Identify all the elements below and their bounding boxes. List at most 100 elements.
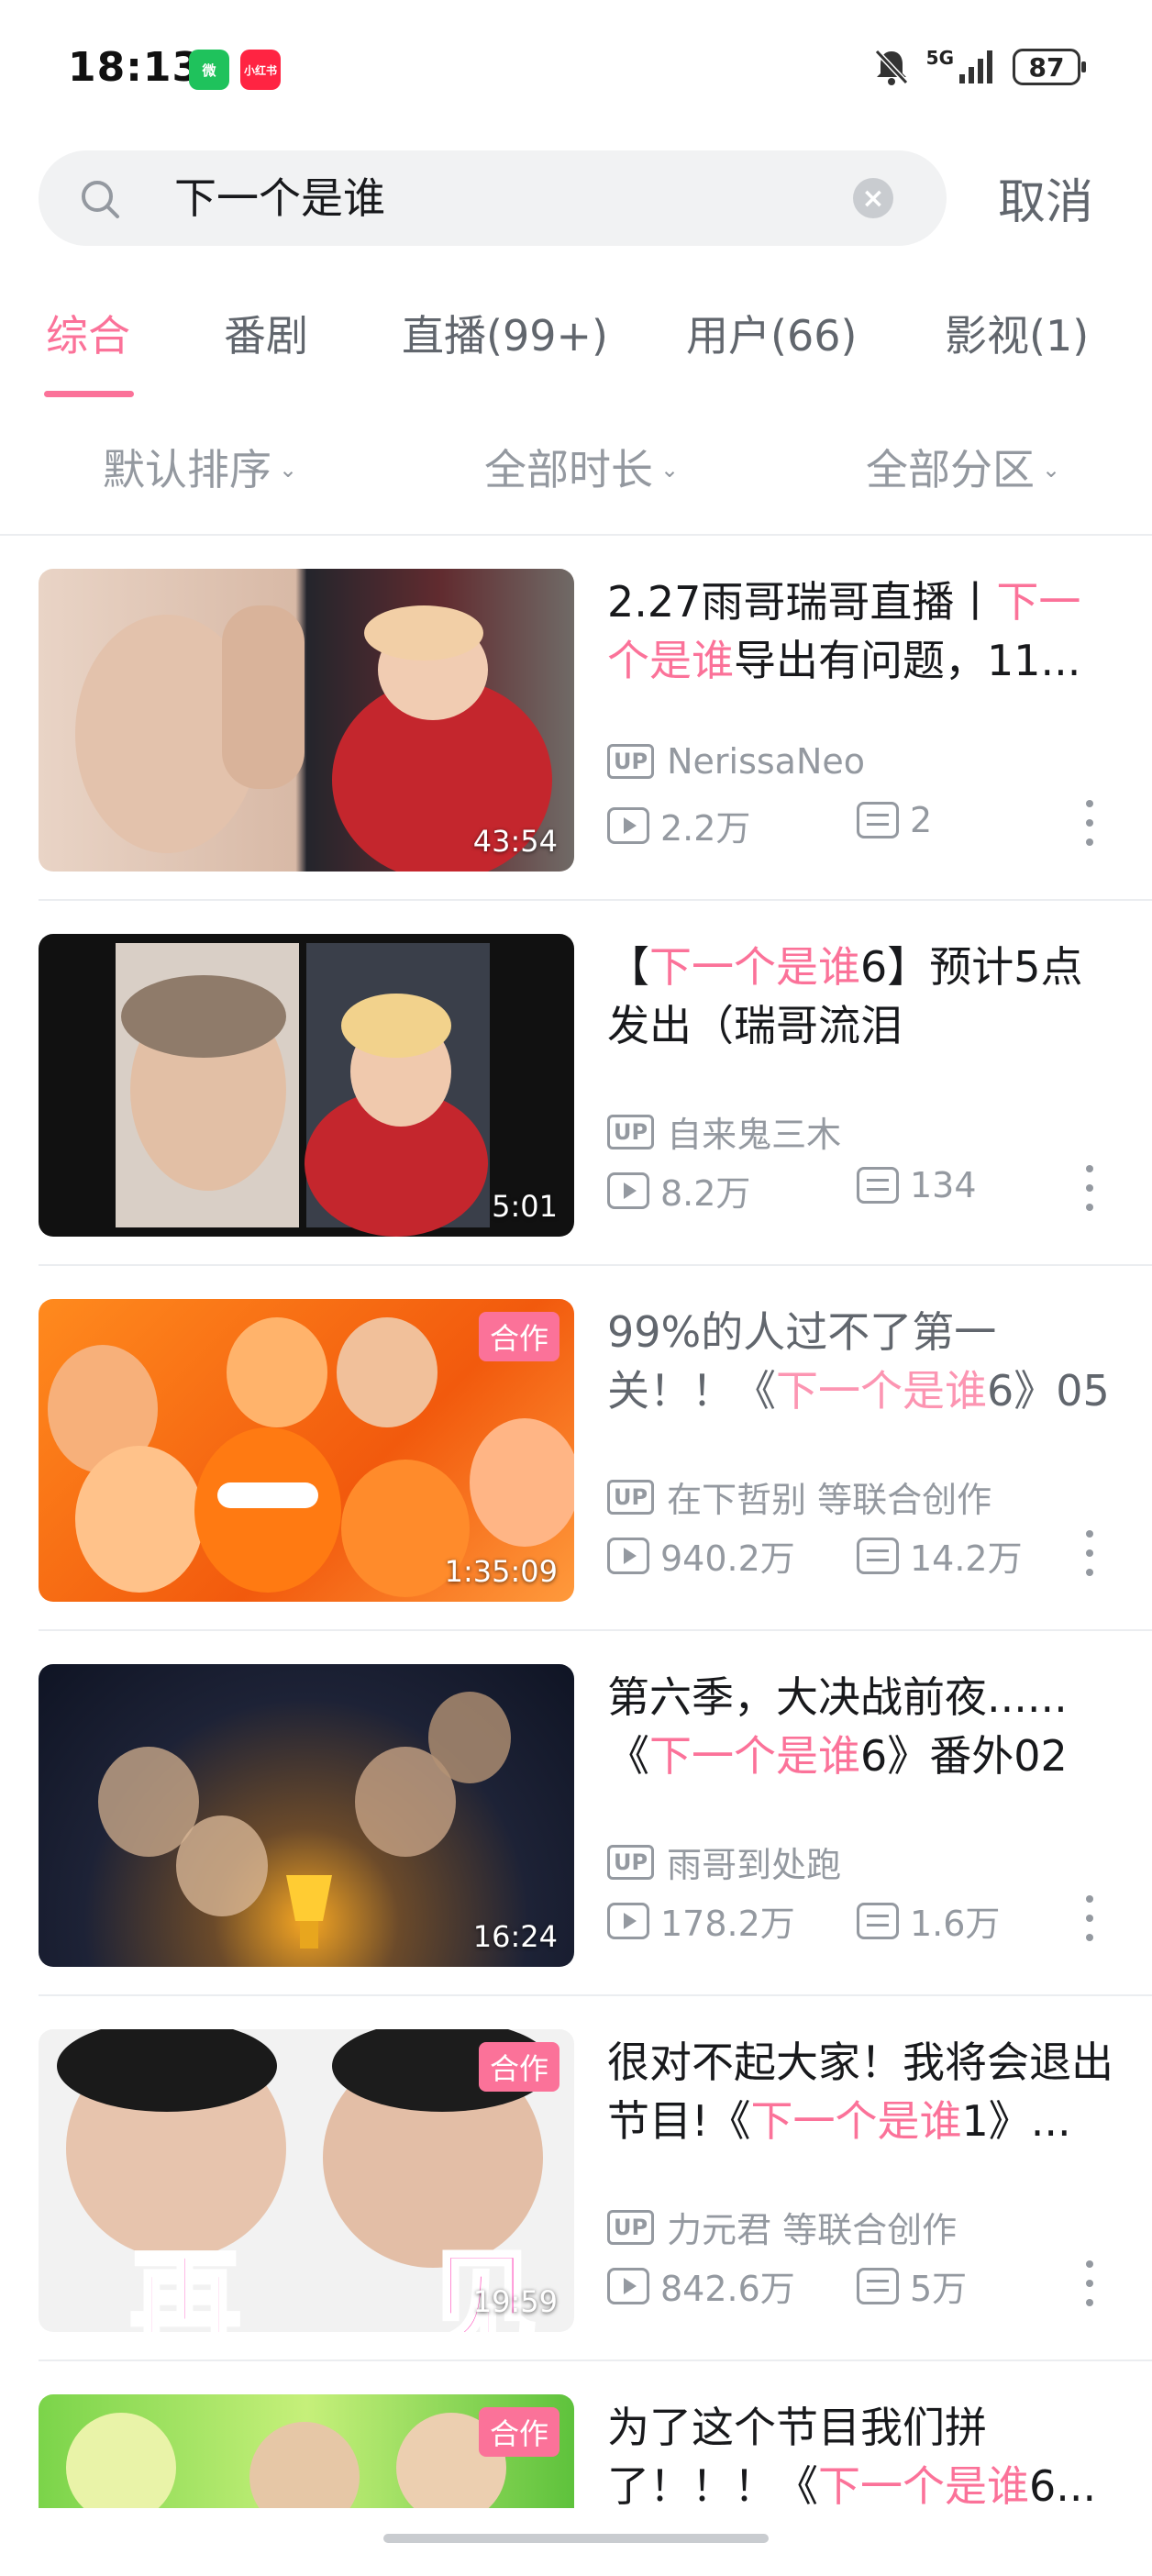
status-bar: 18:13 微 小红书 5G 87 [0, 0, 1152, 138]
play-count-icon [607, 806, 649, 844]
view-count: 8.2万 [660, 1173, 751, 1214]
active-tab-indicator [44, 391, 134, 397]
wechat-notification-icon: 微 [189, 50, 229, 90]
tab-all[interactable]: 综合 [46, 303, 130, 363]
video-duration: 5:01 [492, 1189, 558, 1224]
keyword-highlight: 下一个是谁 [649, 1731, 860, 1781]
sort-filter-label: 默认排序 [103, 445, 271, 494]
video-duration: 19:59 [472, 2284, 558, 2319]
cancel-button[interactable]: 取消 [998, 163, 1093, 232]
video-thumbnail[interactable]: 16:24 [39, 1664, 574, 1967]
duration-filter[interactable]: 全部时长 ⌄ [484, 437, 679, 497]
video-result-item[interactable]: 再 见 合作 19:59 很对不起大家！我将会退出节目!《下一个是谁1》... … [0, 1996, 1152, 2361]
search-icon [82, 181, 119, 218]
result-tabs: 综合 番剧 直播(99+) 用户(66) 影视(1) [0, 303, 1152, 404]
chevron-down-icon: ⌄ [279, 457, 298, 483]
video-thumbnail[interactable]: 再 见 合作 19:59 [39, 2029, 574, 2332]
danmaku-count: 134 [910, 1165, 977, 1205]
more-options-icon[interactable] [1080, 1165, 1099, 1211]
danmaku-count: 14.2万 [910, 1538, 1023, 1579]
keyword-highlight: 下一个是谁 [818, 2461, 1029, 2508]
chevron-down-icon: ⌄ [660, 457, 680, 483]
uploader-name: 力元君 等联合创作 [667, 2210, 958, 2250]
uploader-name: NerissaNeo [667, 741, 865, 782]
view-count: 842.6万 [660, 2269, 795, 2309]
uploader-row[interactable]: UP 雨哥到处跑 [607, 1837, 841, 1887]
network-type: 5G [925, 47, 954, 69]
tab-users[interactable]: 用户(66) [686, 303, 857, 363]
danmaku-icon [857, 2267, 899, 2304]
search-input[interactable]: 下一个是谁 [174, 150, 835, 246]
collab-badge: 合作 [478, 2407, 559, 2457]
video-thumbnail[interactable]: 5:01 [39, 934, 574, 1237]
play-count-icon [607, 1171, 649, 1209]
danmaku-icon [857, 1902, 899, 1939]
uploader-row[interactable]: UP 自来鬼三木 [607, 1106, 841, 1157]
tab-bangumi[interactable]: 番剧 [224, 303, 308, 363]
up-badge: UP [607, 1114, 655, 1149]
danmaku-count: 5万 [910, 2269, 968, 2309]
category-filter-label: 全部分区 [866, 445, 1035, 494]
video-title: 99%的人过不了第一关！！《下一个是谁6》05 [607, 1307, 1110, 1416]
video-result-item[interactable]: 合作 1:35:09 99%的人过不了第一关！！《下一个是谁6》05 UP 在下… [0, 1266, 1152, 1631]
video-result-item[interactable]: 16:24 第六季，大决战前夜......《下一个是谁6》番外02 UP 雨哥到… [0, 1631, 1152, 1996]
battery-level: 87 [1028, 51, 1065, 83]
video-title: 为了这个节目我们拼了！！！《下一个是谁6... [607, 2398, 1121, 2508]
clock: 18:13 [68, 44, 202, 91]
video-stats: 940.2万 14.2万 [607, 1530, 1121, 1579]
battery-icon: 87 [1013, 49, 1086, 85]
uploader-row[interactable]: UP 力元君 等联合创作 [607, 2202, 957, 2252]
search-bar[interactable]: 下一个是谁 × [39, 150, 947, 246]
signal-icon [959, 50, 992, 83]
uploader-row[interactable]: UP NerissaNeo [607, 741, 865, 782]
home-indicator[interactable] [383, 2534, 769, 2543]
video-title: 【下一个是谁6】预计5点发出（瑞哥流泪 [607, 942, 1083, 1050]
danmaku-count: 1.6万 [910, 1904, 1001, 1944]
uploader-row[interactable]: UP 在下哲别 等联合创作 [607, 1471, 991, 1522]
video-thumbnail[interactable]: 43:54 [39, 569, 574, 872]
collab-badge: 合作 [478, 1312, 559, 1361]
duration-filter-label: 全部时长 [484, 445, 653, 494]
danmaku-count: 2 [910, 800, 933, 840]
video-stats: 178.2万 1.6万 [607, 1895, 1121, 1944]
tab-film[interactable]: 影视(1) [945, 303, 1089, 363]
uploader-name: 在下哲别 等联合创作 [667, 1480, 992, 1520]
video-stats: 2.2万 2 [607, 800, 1121, 849]
uploader-name: 雨哥到处跑 [667, 1845, 842, 1885]
keyword-highlight: 下一个是谁 [776, 1366, 987, 1416]
view-count: 940.2万 [660, 1538, 795, 1579]
video-duration: 16:24 [472, 1919, 558, 1954]
video-stats: 842.6万 5万 [607, 2260, 1121, 2309]
category-filter[interactable]: 全部分区 ⌄ [866, 437, 1060, 497]
video-result-item[interactable]: 5:01 【下一个是谁6】预计5点发出（瑞哥流泪 UP 自来鬼三木 8.2万 1… [0, 901, 1152, 1266]
danmaku-icon [857, 802, 899, 838]
up-badge: UP [607, 1844, 655, 1880]
video-title: 很对不起大家！我将会退出节目!《下一个是谁1》... [607, 2037, 1113, 2146]
video-duration: 43:54 [472, 824, 558, 859]
video-duration: 1:35:09 [444, 1554, 558, 1589]
more-options-icon[interactable] [1080, 2260, 1099, 2306]
play-count-icon [607, 2267, 649, 2304]
more-options-icon[interactable] [1080, 1895, 1099, 1941]
filter-bar: 默认排序 ⌄ 全部时长 ⌄ 全部分区 ⌄ [0, 437, 1152, 501]
more-options-icon[interactable] [1080, 800, 1099, 846]
danmaku-icon [857, 1537, 899, 1574]
video-title: 第六季，大决战前夜......《下一个是谁6》番外02 [607, 1672, 1068, 1781]
video-stats: 8.2万 134 [607, 1165, 1121, 1214]
sort-filter[interactable]: 默认排序 ⌄ [103, 437, 297, 497]
video-result-item[interactable]: 合作 为了这个节目我们拼了！！！《下一个是谁6... [0, 2361, 1152, 2508]
chevron-down-icon: ⌄ [1042, 457, 1061, 483]
clear-search-icon[interactable]: × [853, 178, 893, 218]
video-title: 2.27雨哥瑞哥直播丨下一个是谁导出有问题，11... [607, 577, 1081, 685]
mute-bell-icon [874, 49, 908, 85]
up-badge: UP [607, 1479, 655, 1515]
up-badge: UP [607, 2209, 655, 2245]
more-options-icon[interactable] [1080, 1530, 1099, 1576]
video-thumbnail[interactable]: 合作 1:35:09 [39, 1299, 574, 1602]
video-result-item[interactable]: 43:54 2.27雨哥瑞哥直播丨下一个是谁导出有问题，11... UP Ner… [0, 536, 1152, 901]
video-thumbnail[interactable]: 合作 [39, 2394, 574, 2508]
play-count-icon [607, 1902, 649, 1939]
tab-live[interactable]: 直播(99+) [402, 303, 608, 363]
view-count: 178.2万 [660, 1904, 795, 1944]
xiaohongshu-notification-icon: 小红书 [240, 50, 281, 90]
